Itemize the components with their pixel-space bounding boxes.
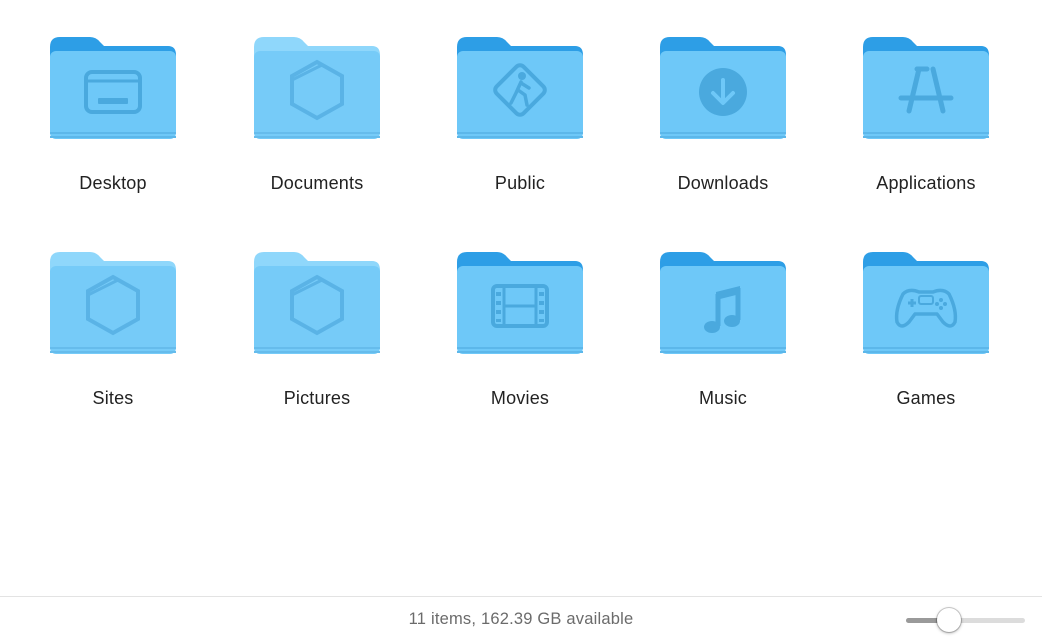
folder-item-movies[interactable]: Movies	[430, 250, 610, 440]
game-controller-icon	[863, 252, 989, 354]
folder-label: Movies	[490, 388, 550, 408]
download-arrow-icon	[660, 37, 786, 139]
status-text: 11 items, 162.39 GB available	[408, 610, 634, 628]
folder-item-pictures[interactable]: Pictures	[227, 250, 407, 440]
folder-label: Downloads	[677, 173, 769, 193]
folder-item-documents[interactable]: Documents	[227, 35, 407, 225]
folder-label: Pictures	[283, 388, 351, 408]
document-hexagon-icon	[254, 37, 380, 139]
folder-item-music[interactable]: Music	[633, 250, 813, 440]
app-store-icon	[863, 37, 989, 139]
folder-item-downloads[interactable]: Downloads	[633, 35, 813, 225]
film-strip-icon	[457, 252, 583, 354]
desktop-icon	[50, 37, 176, 139]
pedestrian-sign-icon	[457, 37, 583, 139]
folder-label: Public	[494, 173, 546, 193]
folder-item-applications[interactable]: Applications	[836, 35, 1016, 225]
slider-knob[interactable]	[936, 608, 961, 632]
icon-grid: Desktop Documents Public Downloads Appli…	[0, 0, 1042, 596]
document-hexagon-icon	[50, 252, 176, 354]
music-note-icon	[660, 252, 786, 354]
folder-label: Sites	[92, 388, 134, 408]
folder-label: Applications	[876, 173, 976, 193]
status-bar: 11 items, 162.39 GB available	[0, 596, 1042, 638]
folder-label: Music	[698, 388, 747, 408]
folder-label: Documents	[270, 173, 364, 193]
folder-item-public[interactable]: Public	[430, 35, 610, 225]
icon-size-slider[interactable]	[905, 607, 1027, 633]
document-hexagon-icon	[254, 252, 380, 354]
folder-item-games[interactable]: Games	[836, 250, 1016, 440]
folder-label: Games	[896, 388, 956, 408]
folder-item-sites[interactable]: Sites	[23, 250, 203, 440]
folder-item-desktop[interactable]: Desktop	[23, 35, 203, 225]
folder-label: Desktop	[79, 173, 147, 193]
